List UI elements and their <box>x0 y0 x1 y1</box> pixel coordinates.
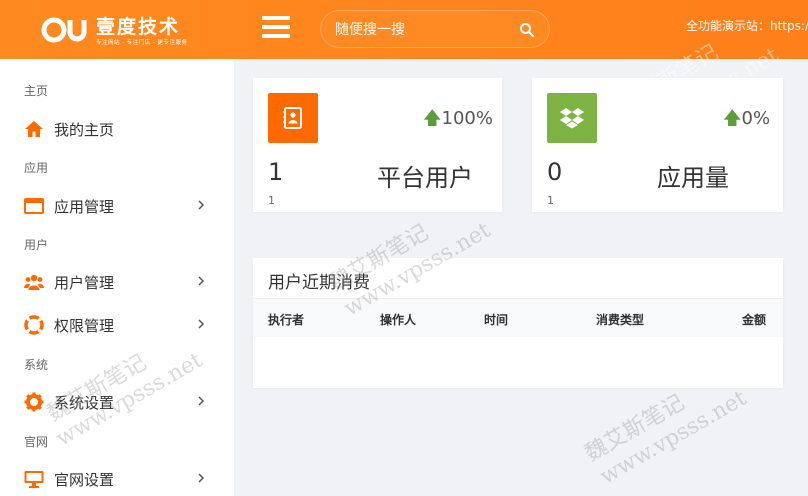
recent-consumption-card: 用户近期消费 执行者 操作人 时间 消费类型 金额 <box>253 258 783 388</box>
column-header[interactable]: 金额 <box>742 311 766 328</box>
stat-foot: 1 <box>547 194 554 207</box>
logo-title: 壹度技术 <box>96 16 181 38</box>
stat-card-users: 🡅100% 1 平台用户 1 <box>253 78 502 212</box>
sidebar-group-title: 应用 <box>24 161 49 175</box>
search-input[interactable] <box>335 19 505 41</box>
sidebar-item-label: 我的主页 <box>54 121 115 139</box>
sidebar-item-label: 权限管理 <box>54 317 115 335</box>
table-header: 执行者 操作人 时间 消费类型 金额 <box>253 298 783 337</box>
trend-indicator: 🡅100% <box>423 106 493 136</box>
home-icon <box>25 121 43 137</box>
contact-book-icon <box>268 93 318 143</box>
table-title: 用户近期消费 <box>268 273 370 293</box>
stat-card-apps: 🡅0% 0 应用量 1 <box>532 78 783 212</box>
stat-name: 平台用户 <box>377 164 473 192</box>
chevron-right-icon <box>198 396 205 406</box>
sidebar-group-title: 官网 <box>24 435 49 449</box>
window-icon <box>24 198 44 214</box>
demo-site-link[interactable]: 全功能演示站：https:// <box>686 17 808 34</box>
column-header[interactable]: 时间 <box>484 311 508 328</box>
chevron-right-icon <box>198 319 205 329</box>
logo[interactable]: 壹度技术 专注网站 · 专注门店 · 更专注服务 <box>40 10 190 50</box>
dropbox-icon <box>547 93 597 143</box>
menu-toggle-icon[interactable] <box>262 16 290 40</box>
sidebar-item-apps[interactable]: 应用管理 <box>0 186 234 226</box>
search-icon[interactable] <box>519 22 535 38</box>
sidebar-item-website-settings[interactable]: 官网设置 <box>0 459 234 496</box>
column-header[interactable]: 消费类型 <box>596 311 644 328</box>
sidebar: 主页 我的主页 应用 应用管理 用户 用户管理 权限管理 系统 系统设置 官网 … <box>0 59 234 496</box>
gear-icon <box>24 392 44 412</box>
watermark-url: www.vpsss.net <box>596 385 751 490</box>
sidebar-item-label: 系统设置 <box>54 394 115 412</box>
trend-indicator: 🡅0% <box>723 106 770 136</box>
column-header[interactable]: 执行者 <box>268 311 304 328</box>
trend-value: 100% <box>441 108 493 129</box>
sidebar-item-home[interactable]: 我的主页 <box>0 109 234 149</box>
sidebar-item-users[interactable]: 用户管理 <box>0 262 234 302</box>
logo-mark-icon <box>41 17 87 43</box>
column-header[interactable]: 操作人 <box>380 311 416 328</box>
stat-name: 应用量 <box>657 164 729 192</box>
sidebar-item-system-settings[interactable]: 系统设置 <box>0 382 234 422</box>
sidebar-group-title: 系统 <box>24 358 49 372</box>
sidebar-item-label: 官网设置 <box>54 471 115 489</box>
chevron-right-icon <box>198 276 205 286</box>
lifebuoy-icon <box>24 315 44 335</box>
sidebar-item-permissions[interactable]: 权限管理 <box>0 305 234 345</box>
stat-value: 1 <box>268 158 284 186</box>
sidebar-group-title: 用户 <box>24 238 49 252</box>
monitor-icon <box>24 471 44 488</box>
sidebar-item-label: 用户管理 <box>54 274 115 292</box>
top-header: 壹度技术 专注网站 · 专注门店 · 更专注服务 全功能演示站：https:// <box>0 0 808 59</box>
logo-subtitle: 专注网站 · 专注门店 · 更专注服务 <box>96 40 188 46</box>
users-icon <box>24 274 44 290</box>
arrow-up-icon: 🡅 <box>723 108 742 129</box>
sidebar-group-title: 主页 <box>24 84 49 98</box>
watermark-text: 魏艾斯笔记 <box>581 390 689 467</box>
arrow-up-icon: 🡅 <box>423 108 442 129</box>
trend-value: 0% <box>741 108 771 129</box>
stat-value: 0 <box>547 158 563 186</box>
search-box <box>320 10 550 48</box>
stat-foot: 1 <box>268 194 275 207</box>
chevron-right-icon <box>198 200 205 210</box>
sidebar-item-label: 应用管理 <box>54 198 115 216</box>
chevron-right-icon <box>198 473 205 483</box>
